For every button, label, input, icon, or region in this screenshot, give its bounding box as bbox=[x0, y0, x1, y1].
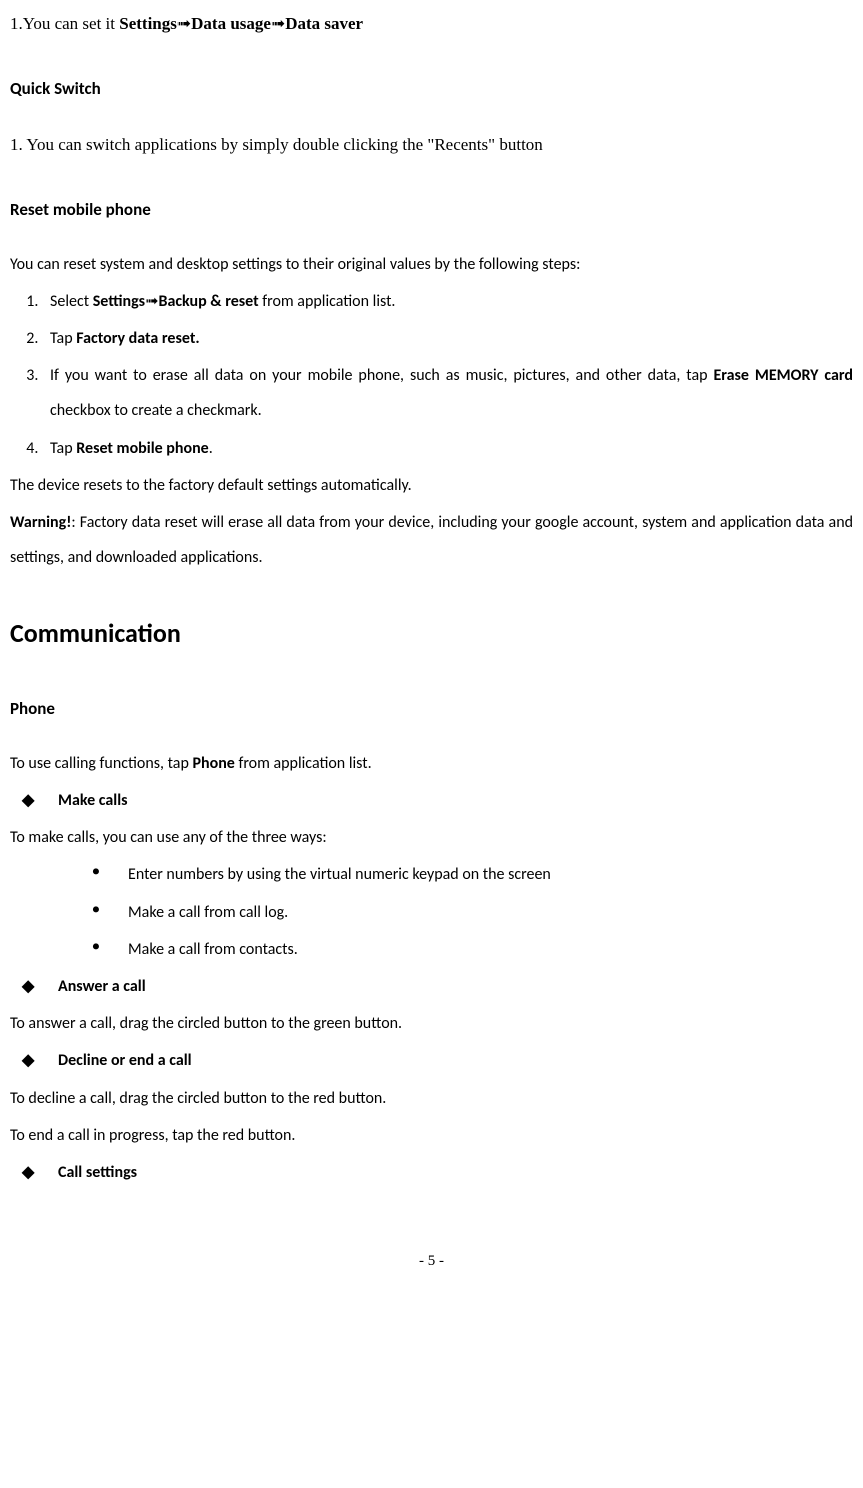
make-calls-intro: To make calls, you can use any of the th… bbox=[10, 820, 853, 855]
arrow-icon: ➟ bbox=[145, 284, 158, 319]
phone-feature-list: Decline or end a call bbox=[10, 1043, 853, 1078]
way-1: Enter numbers by using the virtual numer… bbox=[80, 857, 853, 892]
reset-step-1: Select Settings➟Backup & reset from appl… bbox=[42, 284, 853, 319]
text: To use calling functions, tap bbox=[10, 754, 192, 773]
bold-text: Settings bbox=[93, 292, 145, 311]
bold-text: Settings bbox=[119, 14, 177, 33]
make-calls-ways-list: Enter numbers by using the virtual numer… bbox=[10, 857, 853, 967]
reset-step-2: Tap Factory data reset. bbox=[42, 321, 853, 356]
communication-heading: Communication bbox=[10, 605, 853, 662]
text: If you want to erase all data on your mo… bbox=[50, 366, 713, 385]
decline-call-item: Decline or end a call bbox=[10, 1043, 853, 1078]
bold-text: Data saver bbox=[285, 14, 363, 33]
reset-steps-list: Select Settings➟Backup & reset from appl… bbox=[10, 284, 853, 466]
phone-feature-list: Answer a call bbox=[10, 969, 853, 1004]
text: Tap bbox=[50, 439, 76, 458]
phone-heading: Phone bbox=[10, 690, 853, 727]
call-settings-item: Call settings bbox=[10, 1155, 853, 1190]
way-3: Make a call from contacts. bbox=[80, 932, 853, 967]
bold-text: Backup & reset bbox=[158, 292, 258, 311]
end-call-text: To end a call in progress, tap the red b… bbox=[10, 1118, 853, 1153]
bold-text: Reset mobile phone bbox=[76, 439, 208, 458]
text: checkbox to create a checkmark. bbox=[50, 401, 262, 420]
phone-feature-list: Make calls bbox=[10, 783, 853, 818]
phone-intro: To use calling functions, tap Phone from… bbox=[10, 746, 853, 781]
text: 1.You can set it bbox=[10, 14, 119, 33]
quick-switch-heading: Quick Switch bbox=[10, 70, 853, 107]
reset-step-4: Tap Reset mobile phone. bbox=[42, 431, 853, 466]
quick-switch-line: 1. You can switch applications by simply… bbox=[10, 126, 853, 163]
text: Tap bbox=[50, 329, 76, 348]
bold-text: Phone bbox=[192, 754, 234, 773]
text: from application list. bbox=[259, 292, 396, 311]
reset-step-3: If you want to erase all data on your mo… bbox=[42, 358, 853, 428]
bold-text: Data usage bbox=[191, 14, 271, 33]
way-2: Make a call from call log. bbox=[80, 895, 853, 930]
text: from application list. bbox=[235, 754, 372, 773]
answer-call-text: To answer a call, drag the circled butto… bbox=[10, 1006, 853, 1041]
reset-intro: You can reset system and desktop setting… bbox=[10, 247, 853, 282]
bold-text: Factory data reset. bbox=[76, 329, 199, 348]
reset-heading: Reset mobile phone bbox=[10, 191, 853, 228]
reset-after-text: The device resets to the factory default… bbox=[10, 468, 853, 503]
reset-warning: Warning!: Factory data reset will erase … bbox=[10, 505, 853, 575]
text: Select bbox=[50, 292, 93, 311]
text: . bbox=[209, 439, 213, 458]
page-number: - 5 - bbox=[10, 1245, 853, 1278]
phone-feature-list: Call settings bbox=[10, 1155, 853, 1190]
answer-call-item: Answer a call bbox=[10, 969, 853, 1004]
warning-text: : Factory data reset will erase all data… bbox=[10, 513, 853, 567]
warning-bold: Warning! bbox=[10, 513, 71, 532]
bold-text: Erase MEMORY card bbox=[713, 366, 853, 385]
arrow-icon: ➟ bbox=[271, 5, 285, 42]
decline-call-text: To decline a call, drag the circled butt… bbox=[10, 1081, 853, 1116]
arrow-icon: ➟ bbox=[177, 5, 191, 42]
data-saver-setting-line: 1.You can set it Settings➟Data usage➟Dat… bbox=[10, 5, 853, 42]
make-calls-item: Make calls bbox=[10, 783, 853, 818]
